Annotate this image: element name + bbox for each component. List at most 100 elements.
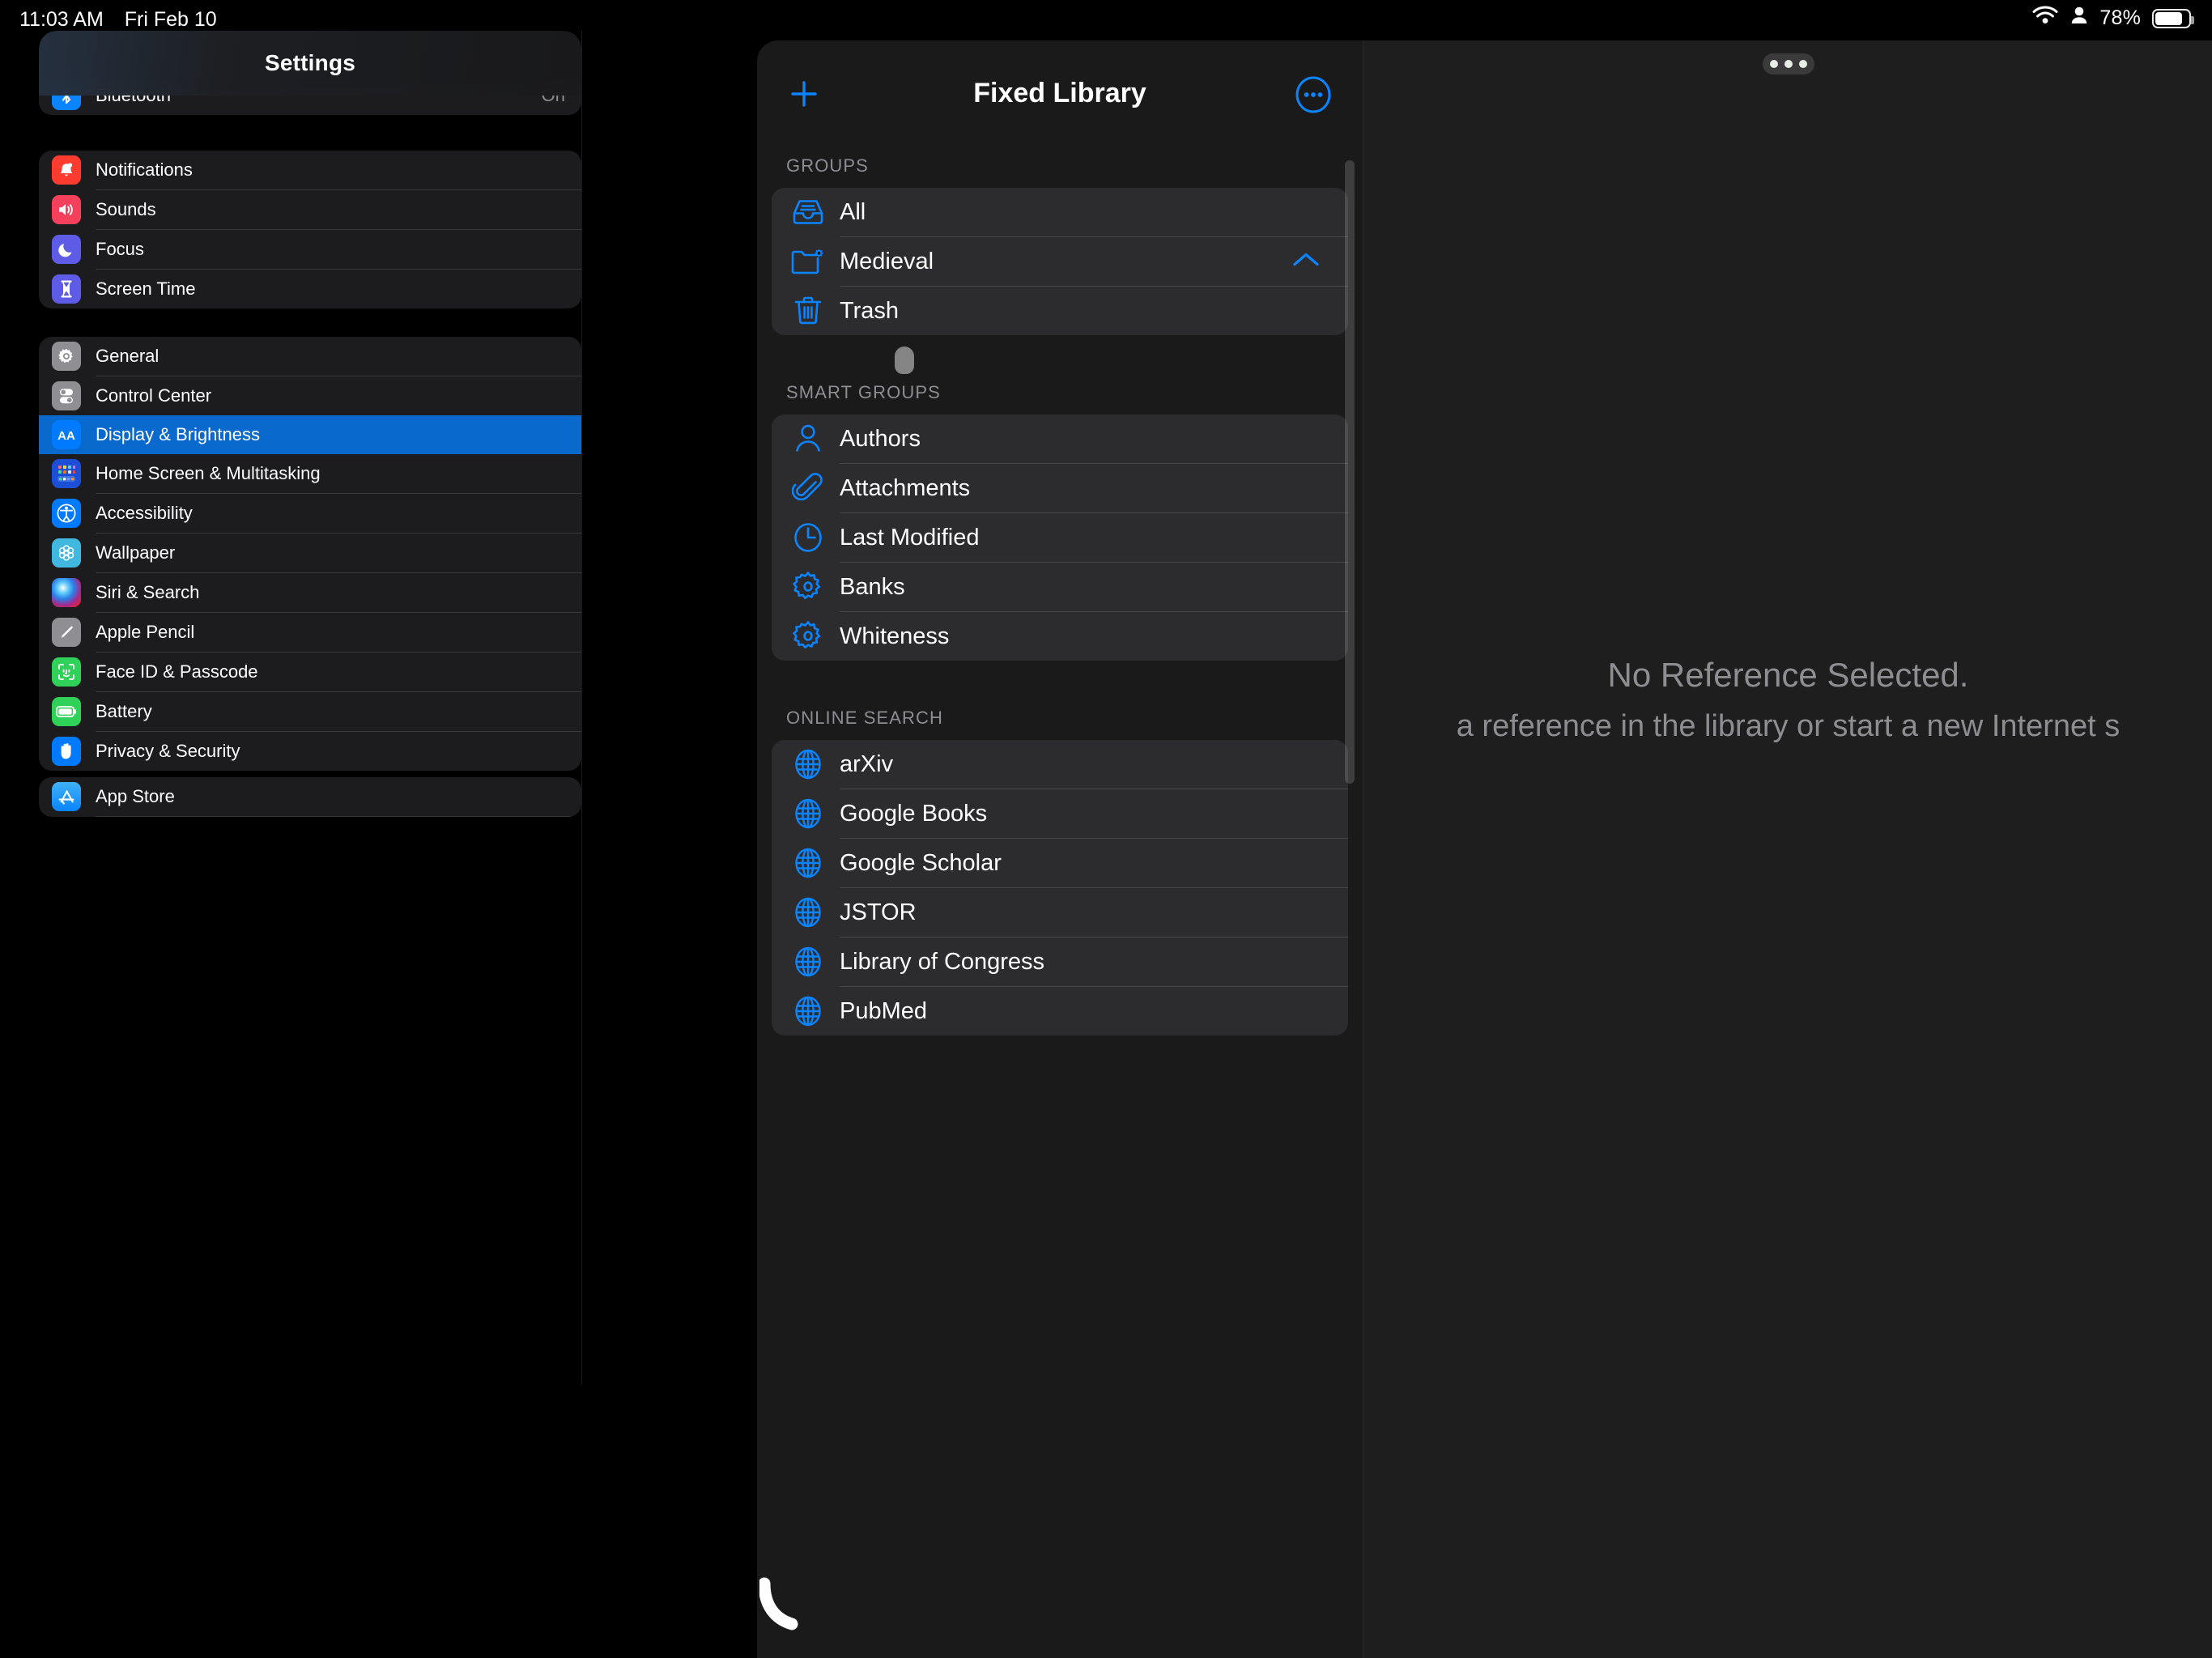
settings-row-accessibility[interactable]: Accessibility (39, 494, 581, 533)
settings-row-label: Wallpaper (96, 542, 176, 563)
face-id-icon (52, 657, 81, 687)
sidebar-item-label: Library of Congress (840, 948, 1045, 975)
settings-row-notifications[interactable]: Notifications (39, 151, 581, 189)
sidebar-item-label: Banks (840, 573, 905, 600)
section-label-smart-groups: SMART GROUPS (786, 382, 941, 402)
battery-settings-icon (52, 697, 81, 726)
library-sections: GROUPS All Medieval Trash SMART GROUPS A… (757, 138, 1363, 1035)
settings-panel-edge (581, 31, 582, 1384)
moon-icon (52, 235, 81, 264)
more-options-button[interactable] (1295, 76, 1332, 113)
settings-list[interactable]: Bluetooth On Notifications (39, 31, 581, 1384)
text-size-icon: AA (52, 420, 81, 449)
hand-icon (52, 737, 81, 766)
settings-row-label: Siri & Search (96, 582, 200, 602)
paperclip-icon (788, 468, 828, 508)
battery-percent: 78% (2099, 6, 2141, 29)
settings-row-label: Accessibility (96, 503, 193, 523)
status-bar-right: 78% (2031, 5, 2194, 32)
sidebar-item-all[interactable]: All (772, 188, 1348, 236)
settings-row-home-screen-multitasking[interactable]: Home Screen & Multitasking (39, 454, 581, 493)
settings-row-apple-pencil[interactable]: Apple Pencil (39, 613, 581, 652)
pane-divider[interactable] (1363, 40, 1364, 1658)
battery-icon (2152, 8, 2194, 28)
settings-header: Settings (39, 31, 581, 96)
phone-icon[interactable] (759, 1569, 808, 1658)
sidebar-item-label: Google Books (840, 800, 988, 827)
sidebar-item-library-of-congress[interactable]: Library of Congress (772, 937, 1348, 986)
trash-icon (788, 291, 828, 331)
settings-row-privacy-security[interactable]: Privacy & Security (39, 732, 581, 771)
settings-group-store: App Store (39, 777, 581, 817)
gear-outline-icon (788, 567, 828, 607)
settings-row-label: Privacy & Security (96, 741, 240, 761)
detail-pane: No Reference Selected. a reference in th… (1364, 40, 2212, 1658)
wifi-icon (2031, 5, 2059, 32)
sidebar-item-whiteness[interactable]: Whiteness (772, 612, 1348, 661)
flower-icon (52, 538, 81, 568)
globe-icon (788, 744, 828, 784)
settings-row-sounds[interactable]: Sounds (39, 190, 581, 229)
hourglass-icon (52, 274, 81, 304)
sidebar-item-label: Attachments (840, 474, 971, 501)
status-date: Fri Feb 10 (124, 8, 217, 31)
pencil-icon (52, 618, 81, 647)
settings-row-app-store[interactable]: App Store (39, 777, 581, 816)
settings-row-battery[interactable]: Battery (39, 692, 581, 731)
settings-row-label: Face ID & Passcode (96, 661, 258, 682)
settings-row-label: Notifications (96, 159, 193, 180)
sidebar-item-trash[interactable]: Trash (772, 287, 1348, 335)
settings-row-label: Control Center (96, 385, 212, 406)
sidebar-item-last-modified[interactable]: Last Modified (772, 513, 1348, 562)
sidebar-item-label: arXiv (840, 750, 894, 777)
status-bar: 11:03 AM Fri Feb 10 78% (0, 0, 2212, 40)
sidebar-item-jstor[interactable]: JSTOR (772, 888, 1348, 937)
section-label-online-search: ONLINE SEARCH (786, 708, 944, 728)
sidebar-item-medieval[interactable]: Medieval (772, 237, 1348, 286)
settings-group-alerts: Notifications Sounds Focus Screen Time (39, 151, 581, 308)
empty-state-title: No Reference Selected. (1607, 656, 1969, 694)
settings-row-label: Sounds (96, 199, 156, 219)
bell-icon (52, 155, 81, 185)
settings-row-general[interactable]: General (39, 337, 581, 376)
settings-title: Settings (264, 50, 356, 75)
settings-row-screen-time[interactable]: Screen Time (39, 270, 581, 308)
globe-icon (788, 892, 828, 933)
person-icon (2070, 6, 2088, 31)
empty-state-subtitle: a reference in the library or start a ne… (1456, 709, 2121, 743)
svg-text:AA: AA (57, 429, 75, 443)
sidebar-item-authors[interactable]: Authors (772, 414, 1348, 463)
sidebar-item-label: Authors (840, 425, 921, 452)
sidebar-item-arxiv[interactable]: arXiv (772, 740, 1348, 789)
gear-icon (52, 342, 81, 371)
settings-row-label: General (96, 346, 160, 366)
speaker-icon (52, 195, 81, 224)
accessibility-icon (52, 499, 81, 528)
toggles-icon (52, 381, 81, 410)
settings-row-label: Screen Time (96, 278, 196, 299)
person-outline-icon (788, 419, 828, 459)
sidebar-item-attachments[interactable]: Attachments (772, 464, 1348, 512)
gear-outline-icon (788, 616, 828, 657)
settings-row-face-id-passcode[interactable]: Face ID & Passcode (39, 653, 581, 691)
settings-row-display-brightness[interactable]: AA Display & Brightness (39, 415, 581, 454)
sidebar-item-label: PubMed (840, 997, 928, 1024)
sidebar-item-banks[interactable]: Banks (772, 563, 1348, 611)
settings-group-system: General Control Center AA Display & Brig… (39, 337, 581, 771)
home-grid-icon (52, 459, 81, 488)
sidebar-item-google-books[interactable]: Google Books (772, 789, 1348, 838)
sidebar-item-pubmed[interactable]: PubMed (772, 987, 1348, 1035)
sidebar-item-label: Trash (840, 297, 900, 324)
chevron-up-icon[interactable] (1290, 249, 1322, 274)
sidebar-item-label: Medieval (840, 248, 934, 274)
sidebar-scrollbar[interactable] (1345, 160, 1355, 784)
folder-gear-icon (788, 241, 828, 282)
settings-row-wallpaper[interactable]: Wallpaper (39, 534, 581, 572)
settings-row-control-center[interactable]: Control Center (39, 376, 581, 415)
settings-row-siri-search[interactable]: Siri & Search (39, 573, 581, 612)
inbox-tray-icon (788, 192, 828, 232)
settings-row-focus[interactable]: Focus (39, 230, 581, 269)
globe-icon (788, 942, 828, 982)
section-card-smart-groups: Authors Attachments Last Modified Banks … (772, 414, 1348, 661)
sidebar-item-google-scholar[interactable]: Google Scholar (772, 839, 1348, 887)
